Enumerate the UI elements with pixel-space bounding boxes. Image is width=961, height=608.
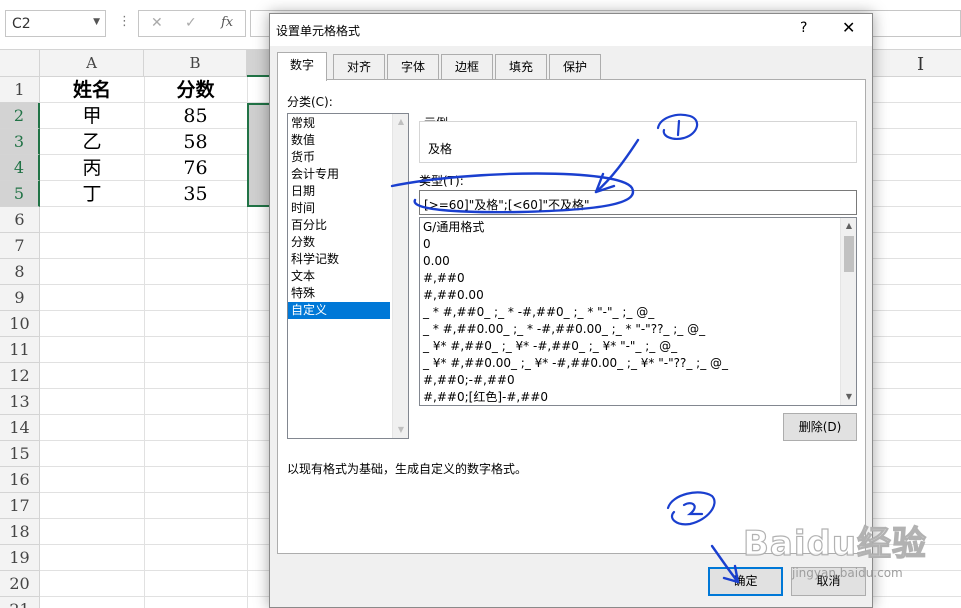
confirm-entry-icon[interactable]: ✓ (185, 15, 197, 31)
text-cursor-icon: I (917, 54, 925, 75)
cell-b1[interactable]: 分数 (144, 77, 247, 103)
scroll-thumb[interactable] (844, 236, 854, 272)
scroll-up-icon[interactable]: ▲ (393, 114, 408, 130)
format-item[interactable]: _ * #,##0.00_ ;_ * -#,##0.00_ ;_ * "-"??… (420, 321, 856, 338)
insert-function-icon[interactable]: fx (221, 15, 233, 30)
name-box-value: C2 (12, 16, 31, 32)
cell-b4[interactable]: 76 (144, 155, 247, 181)
category-item-scientific[interactable]: 科学记数 (288, 251, 408, 268)
row-header[interactable]: 17 (0, 493, 40, 519)
type-input[interactable]: [>=60]"及格";[<60]"不及格" (419, 190, 857, 215)
type-label: 类型(T): (419, 174, 464, 188)
tab-border[interactable]: 边框 (441, 54, 493, 80)
format-item[interactable]: #,##0.00 (420, 287, 856, 304)
cell-b2[interactable]: 85 (144, 103, 247, 129)
sample-box: 及格 (419, 121, 857, 163)
row-header[interactable]: 8 (0, 259, 40, 285)
watermark-url: jingyan.baidu.com (792, 566, 903, 580)
tab-alignment[interactable]: 对齐 (333, 54, 385, 80)
row-header[interactable]: 15 (0, 441, 40, 467)
row-header[interactable]: 9 (0, 285, 40, 311)
tab-number[interactable]: 数字 (277, 52, 327, 81)
format-list-scrollbar[interactable]: ▲ ▼ (840, 218, 856, 405)
dialog-title: 设置单元格格式 (276, 24, 361, 38)
row-header[interactable]: 3 (0, 129, 40, 155)
row-header[interactable]: 13 (0, 389, 40, 415)
scroll-up-icon[interactable]: ▲ (841, 218, 856, 234)
row-header[interactable]: 20 (0, 571, 40, 597)
format-item[interactable]: _ * #,##0_ ;_ * -#,##0_ ;_ * "-"_ ;_ @_ (420, 304, 856, 321)
category-item-percentage[interactable]: 百分比 (288, 217, 408, 234)
category-item-time[interactable]: 时间 (288, 200, 408, 217)
format-item[interactable]: G/通用格式 (420, 219, 856, 236)
cancel-entry-icon[interactable]: ✕ (151, 15, 163, 31)
row-header[interactable]: 21 (0, 597, 40, 608)
cell-a5[interactable]: 丁 (40, 181, 144, 207)
category-list[interactable]: 常规 数值 货币 会计专用 日期 时间 百分比 分数 科学记数 文本 特殊 自定… (287, 113, 409, 439)
category-item-custom[interactable]: 自定义 (288, 302, 390, 319)
format-item[interactable]: #,##0;-#,##0 (420, 372, 856, 389)
scroll-down-icon[interactable]: ▼ (841, 389, 856, 405)
baidu-watermark: Baidu经验 (742, 523, 928, 564)
tab-strip: 数字 对齐 字体 边框 填充 保护 (277, 52, 867, 81)
ok-button[interactable]: 确定 (708, 567, 783, 596)
row-header[interactable]: 18 (0, 519, 40, 545)
tab-fill[interactable]: 填充 (495, 54, 547, 80)
row-header[interactable]: 14 (0, 415, 40, 441)
format-item[interactable]: #,##0;[红色]-#,##0 (420, 389, 856, 405)
category-label: 分类(C): (287, 95, 333, 109)
category-item-text[interactable]: 文本 (288, 268, 408, 285)
row-header[interactable]: 11 (0, 337, 40, 363)
tab-font[interactable]: 字体 (387, 54, 439, 80)
format-code-list[interactable]: G/通用格式 0 0.00 #,##0 #,##0.00 _ * #,##0_ … (419, 217, 857, 406)
row-header[interactable]: 12 (0, 363, 40, 389)
select-all-corner[interactable] (0, 50, 40, 77)
format-description: 以现有格式为基础，生成自定义的数字格式。 (287, 462, 528, 476)
name-box[interactable]: C2 ▼ (5, 10, 106, 37)
category-item-currency[interactable]: 货币 (288, 149, 408, 166)
cell-a4[interactable]: 丙 (40, 155, 144, 181)
close-icon[interactable]: ✕ (842, 18, 855, 37)
cell-b3[interactable]: 58 (144, 129, 247, 155)
more-options-icon[interactable]: ⋮ (118, 14, 131, 29)
format-item[interactable]: _ ¥* #,##0.00_ ;_ ¥* -#,##0.00_ ;_ ¥* "-… (420, 355, 856, 372)
formula-buttons: ✕ ✓ fx (138, 10, 246, 37)
category-item-accounting[interactable]: 会计专用 (288, 166, 408, 183)
row-header[interactable]: 1 (0, 77, 40, 103)
delete-button[interactable]: 删除(D) (783, 413, 857, 441)
number-tab-panel: 分类(C): 常规 数值 货币 会计专用 日期 时间 百分比 分数 科学记数 文… (277, 79, 866, 554)
row-header[interactable]: 2 (0, 103, 40, 129)
row-header[interactable]: 16 (0, 467, 40, 493)
row-header[interactable]: 10 (0, 311, 40, 337)
dialog-title-bar[interactable]: 设置单元格格式 ? ✕ (270, 14, 872, 46)
sample-value: 及格 (428, 142, 453, 156)
format-item[interactable]: 0.00 (420, 253, 856, 270)
format-item[interactable]: _ ¥* #,##0_ ;_ ¥* -#,##0_ ;_ ¥* "-"_ ;_ … (420, 338, 856, 355)
cell-a3[interactable]: 乙 (40, 129, 144, 155)
row-header[interactable]: 19 (0, 545, 40, 571)
format-item[interactable]: 0 (420, 236, 856, 253)
scroll-down-icon[interactable]: ▼ (393, 422, 408, 438)
cell-b5[interactable]: 35 (144, 181, 247, 207)
help-icon[interactable]: ? (800, 20, 807, 36)
row-header[interactable]: 7 (0, 233, 40, 259)
category-scrollbar[interactable]: ▲ ▼ (392, 114, 408, 438)
category-item-number[interactable]: 数值 (288, 132, 408, 149)
category-item-fraction[interactable]: 分数 (288, 234, 408, 251)
category-item-date[interactable]: 日期 (288, 183, 408, 200)
column-header-b[interactable]: B (144, 50, 247, 77)
row-header[interactable]: 5 (0, 181, 40, 207)
row-header[interactable]: 4 (0, 155, 40, 181)
cell-a1[interactable]: 姓名 (40, 77, 144, 103)
column-header-a[interactable]: A (40, 50, 144, 77)
chevron-down-icon[interactable]: ▼ (93, 17, 100, 27)
tab-protection[interactable]: 保护 (549, 54, 601, 80)
row-header[interactable]: 6 (0, 207, 40, 233)
cell-a2[interactable]: 甲 (40, 103, 144, 129)
format-item[interactable]: #,##0 (420, 270, 856, 287)
category-item-general[interactable]: 常规 (288, 115, 408, 132)
category-item-special[interactable]: 特殊 (288, 285, 408, 302)
